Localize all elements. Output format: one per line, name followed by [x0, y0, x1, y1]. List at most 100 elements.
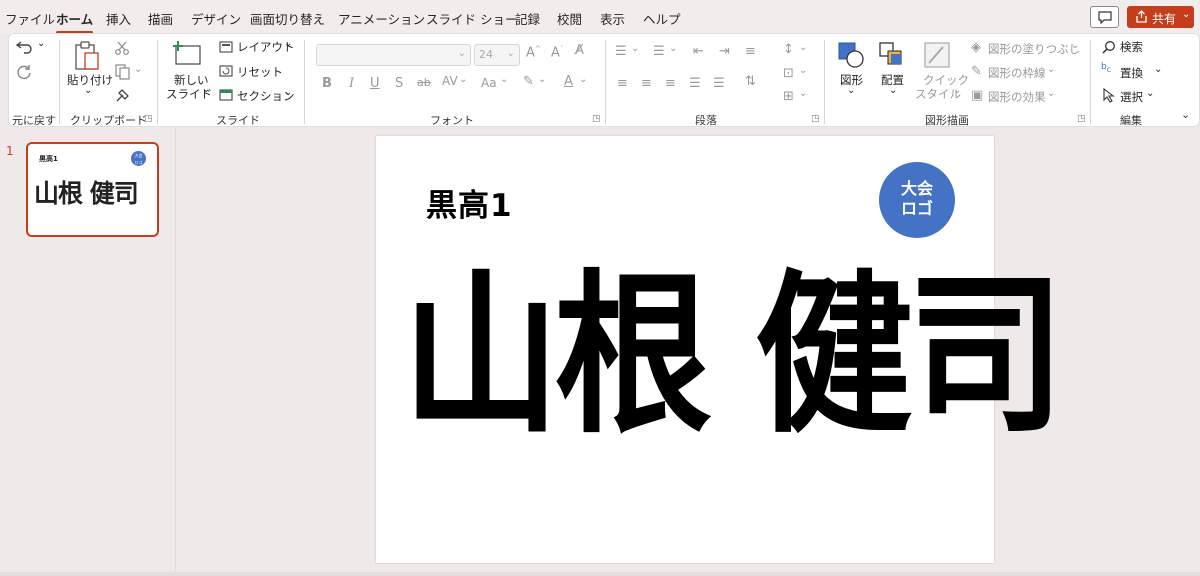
- chevron-down-icon[interactable]: ⌄: [799, 42, 807, 53]
- tab-review[interactable]: 校閲: [557, 9, 582, 28]
- chevron-down-icon[interactable]: ⌄: [37, 38, 45, 49]
- chevron-down-icon[interactable]: ⌄: [953, 85, 961, 96]
- align-left-icon[interactable]: ≡: [617, 76, 628, 91]
- decrease-font-size-icon[interactable]: Aˇ: [551, 45, 563, 60]
- chevron-down-icon[interactable]: ⌄: [799, 88, 807, 99]
- quick-styles-icon[interactable]: [923, 41, 951, 69]
- tab-file[interactable]: ファイル: [5, 9, 55, 28]
- tab-slideshow[interactable]: スライド ショー: [426, 9, 517, 28]
- slide-canvas[interactable]: 黒高1 大会 ロゴ 山根 健司: [376, 136, 1065, 563]
- bold-icon[interactable]: B: [322, 76, 332, 91]
- shape-fill-icon: ◈: [971, 40, 981, 55]
- font-name-input[interactable]: ⌄: [316, 44, 471, 66]
- chevron-down-icon[interactable]: ⌄: [669, 43, 677, 54]
- redo-icon[interactable]: [15, 63, 33, 81]
- tab-view[interactable]: 表示: [600, 9, 625, 28]
- share-icon: [1136, 10, 1147, 23]
- chevron-down-icon[interactable]: ⌄: [459, 74, 467, 85]
- reset-button[interactable]: リセット: [237, 64, 283, 80]
- font-size-input[interactable]: 24 ⌄: [474, 44, 520, 66]
- tab-design[interactable]: デザイン: [191, 9, 241, 28]
- strikethrough-icon[interactable]: ab: [417, 76, 431, 89]
- dialog-launcher-icon[interactable]: ◳: [1077, 114, 1086, 124]
- chevron-down-icon[interactable]: ⌄: [889, 85, 897, 96]
- thumbnail-logo-line2: ロゴ: [134, 160, 143, 165]
- highlight-color-icon[interactable]: ✎: [523, 74, 534, 89]
- arrange-icon[interactable]: [878, 41, 906, 69]
- chevron-down-icon[interactable]: ⌄: [284, 38, 292, 49]
- italic-icon[interactable]: I: [349, 76, 354, 91]
- chevron-down-icon[interactable]: ⌄: [84, 85, 92, 96]
- chevron-down-icon[interactable]: ⌄: [134, 64, 142, 75]
- dialog-launcher-icon[interactable]: ◳: [144, 114, 153, 124]
- shape-effects-button[interactable]: 図形の効果: [988, 89, 1046, 105]
- chevron-down-icon[interactable]: ⌄: [847, 85, 855, 96]
- chevron-down-icon[interactable]: ⌄: [538, 74, 546, 85]
- chevron-down-icon[interactable]: ⌄: [799, 65, 807, 76]
- tab-animations[interactable]: アニメーション: [338, 9, 425, 28]
- chevron-down-icon[interactable]: ⌄: [1071, 40, 1079, 51]
- slide-name-text[interactable]: 山根 健司: [402, 265, 1065, 448]
- increase-font-size-icon[interactable]: A^: [526, 45, 541, 60]
- chevron-down-icon[interactable]: ⌄: [1047, 88, 1055, 99]
- tab-transitions[interactable]: 画面切り替え: [250, 9, 325, 28]
- change-case-icon[interactable]: Aa: [481, 76, 497, 90]
- replace-icon: bc: [1101, 62, 1111, 74]
- font-size-value: 24: [479, 48, 493, 61]
- line-spacing-icon[interactable]: ↕: [783, 42, 794, 57]
- chevron-down-icon[interactable]: ⌄: [631, 43, 639, 54]
- chevron-down-icon[interactable]: ⌄: [579, 74, 587, 85]
- chevron-down-icon[interactable]: ⌄: [1154, 64, 1162, 75]
- chevron-down-icon[interactable]: ⌄: [1146, 88, 1154, 99]
- slide-logo-circle[interactable]: 大会 ロゴ: [879, 162, 955, 238]
- chevron-down-icon[interactable]: ⌄: [284, 87, 292, 98]
- slide-subtitle[interactable]: 黒高1: [426, 180, 513, 225]
- editing-group-label: 編集: [1120, 114, 1142, 127]
- dialog-launcher-icon[interactable]: ◳: [592, 114, 601, 124]
- distributed-icon[interactable]: ☰: [713, 76, 725, 91]
- paste-icon[interactable]: [73, 40, 101, 72]
- align-center-icon[interactable]: ≡: [641, 76, 652, 91]
- cut-icon[interactable]: [115, 41, 129, 55]
- new-slide-icon[interactable]: [172, 40, 202, 66]
- align-right-icon[interactable]: ≡: [665, 76, 676, 91]
- undo-icon[interactable]: [16, 40, 34, 54]
- shape-outline-button[interactable]: 図形の枠線: [988, 65, 1046, 81]
- tab-record[interactable]: 記録: [515, 9, 540, 28]
- chevron-down-icon[interactable]: ⌄: [500, 74, 508, 85]
- columns-icon[interactable]: ≡: [745, 44, 756, 59]
- share-button[interactable]: 共有 ⌄: [1127, 6, 1194, 28]
- find-button[interactable]: 検索: [1120, 39, 1143, 55]
- clear-formatting-icon[interactable]: A̸: [575, 43, 584, 58]
- decrease-indent-icon[interactable]: ⇤: [693, 44, 704, 59]
- text-direction-icon[interactable]: ⇅: [745, 74, 756, 89]
- tab-draw[interactable]: 描画: [148, 9, 173, 28]
- chevron-down-icon[interactable]: ⌄: [202, 84, 210, 95]
- tab-home[interactable]: ホーム: [56, 9, 94, 34]
- justify-icon[interactable]: ☰: [689, 76, 701, 91]
- shapes-icon[interactable]: [837, 41, 865, 69]
- tab-insert[interactable]: 挿入: [106, 9, 131, 28]
- drawing-group-label: 図形描画: [925, 114, 969, 127]
- copy-icon[interactable]: [115, 64, 131, 80]
- increase-indent-icon[interactable]: ⇥: [719, 44, 730, 59]
- slide-thumbnail-panel: 1 黒高1 大会 ロゴ 山根 健司: [0, 128, 175, 576]
- tab-help[interactable]: ヘルプ: [643, 9, 681, 28]
- dialog-launcher-icon[interactable]: ◳: [811, 114, 820, 124]
- shape-fill-button[interactable]: 図形の塗りつぶし: [988, 41, 1080, 57]
- collapse-ribbon-icon[interactable]: ⌄: [1181, 108, 1190, 121]
- chevron-down-icon[interactable]: ⌄: [1047, 64, 1055, 75]
- select-button[interactable]: 選択: [1120, 89, 1143, 105]
- format-painter-icon[interactable]: [115, 87, 131, 103]
- replace-button[interactable]: 置換: [1120, 65, 1143, 81]
- align-text-icon[interactable]: ⊡: [783, 66, 794, 81]
- shadow-icon[interactable]: S: [395, 76, 403, 91]
- slide-thumbnail[interactable]: 黒高1 大会 ロゴ 山根 健司: [26, 142, 159, 237]
- comments-button[interactable]: [1090, 6, 1119, 28]
- bullets-icon[interactable]: ☰: [615, 44, 627, 59]
- underline-icon[interactable]: U: [370, 76, 380, 91]
- character-spacing-icon[interactable]: AV: [442, 74, 458, 88]
- numbering-icon[interactable]: ☰: [653, 44, 665, 59]
- smartart-icon[interactable]: ⊞: [783, 89, 794, 104]
- font-color-icon[interactable]: A: [564, 74, 573, 89]
